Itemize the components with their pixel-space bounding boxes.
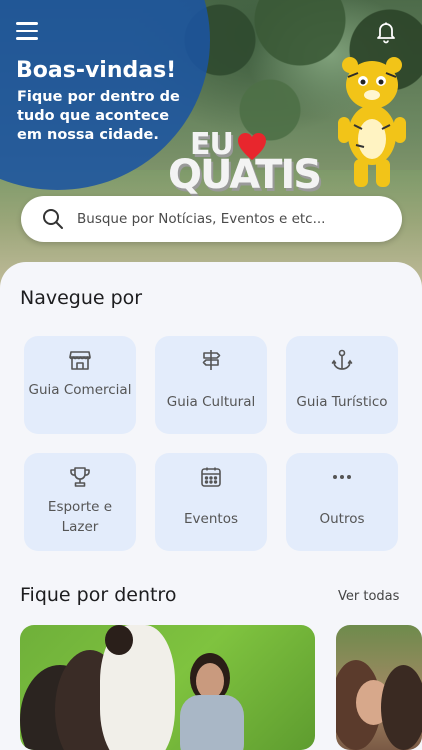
news-photo-person — [381, 665, 422, 750]
navigate-section-title: Navegue por — [20, 287, 143, 309]
calendar-icon — [201, 467, 221, 487]
city-sign-bottom-text: QUATIS — [168, 152, 322, 198]
storefront-icon — [69, 351, 91, 370]
hero-banner: EU QUATIS Boas-vindas! Fique por dentro … — [0, 0, 422, 300]
mascot-statue — [338, 57, 406, 187]
category-guia-cultural[interactable]: Guia Cultural — [155, 336, 267, 434]
more-dots-icon — [333, 475, 351, 479]
news-photo-person — [180, 695, 244, 750]
see-all-link[interactable]: Ver todas — [338, 589, 399, 604]
hamburger-menu-icon — [16, 22, 38, 25]
news-section-title: Fique por dentro — [20, 584, 177, 606]
search-bar[interactable] — [21, 196, 402, 242]
hamburger-menu-icon-line — [16, 29, 38, 32]
welcome-title: Boas-vindas! — [16, 58, 177, 83]
hamburger-menu-icon-line — [16, 37, 38, 40]
news-photo-person — [196, 663, 224, 699]
trophy-icon — [70, 467, 90, 487]
news-card[interactable] — [336, 625, 422, 750]
news-card[interactable] — [20, 625, 315, 750]
news-photo-person — [105, 625, 133, 655]
category-label: Guia Cultural — [166, 394, 256, 410]
category-label: Eventos — [184, 511, 238, 527]
bell-icon[interactable] — [374, 20, 398, 44]
category-guia-comercial[interactable]: Guia Comercial — [24, 336, 136, 434]
anchor-icon — [331, 349, 353, 370]
category-label: Guia Turístico — [296, 394, 388, 410]
welcome-subtitle: Fique por dentro de tudo que acontece em… — [17, 89, 180, 143]
search-input[interactable] — [77, 211, 377, 227]
category-esporte-lazer[interactable]: Esporte e Lazer — [24, 453, 136, 551]
category-eventos[interactable]: Eventos — [155, 453, 267, 551]
category-guia-turistico[interactable]: Guia Turístico — [286, 336, 398, 434]
search-icon — [43, 209, 63, 229]
category-outros[interactable]: Outros — [286, 453, 398, 551]
signpost-icon — [202, 350, 221, 370]
category-label: Outros — [319, 511, 365, 527]
category-label: Esporte e Lazer — [47, 499, 113, 535]
category-label: Guia Comercial — [28, 382, 132, 398]
menu-button[interactable] — [16, 22, 44, 44]
